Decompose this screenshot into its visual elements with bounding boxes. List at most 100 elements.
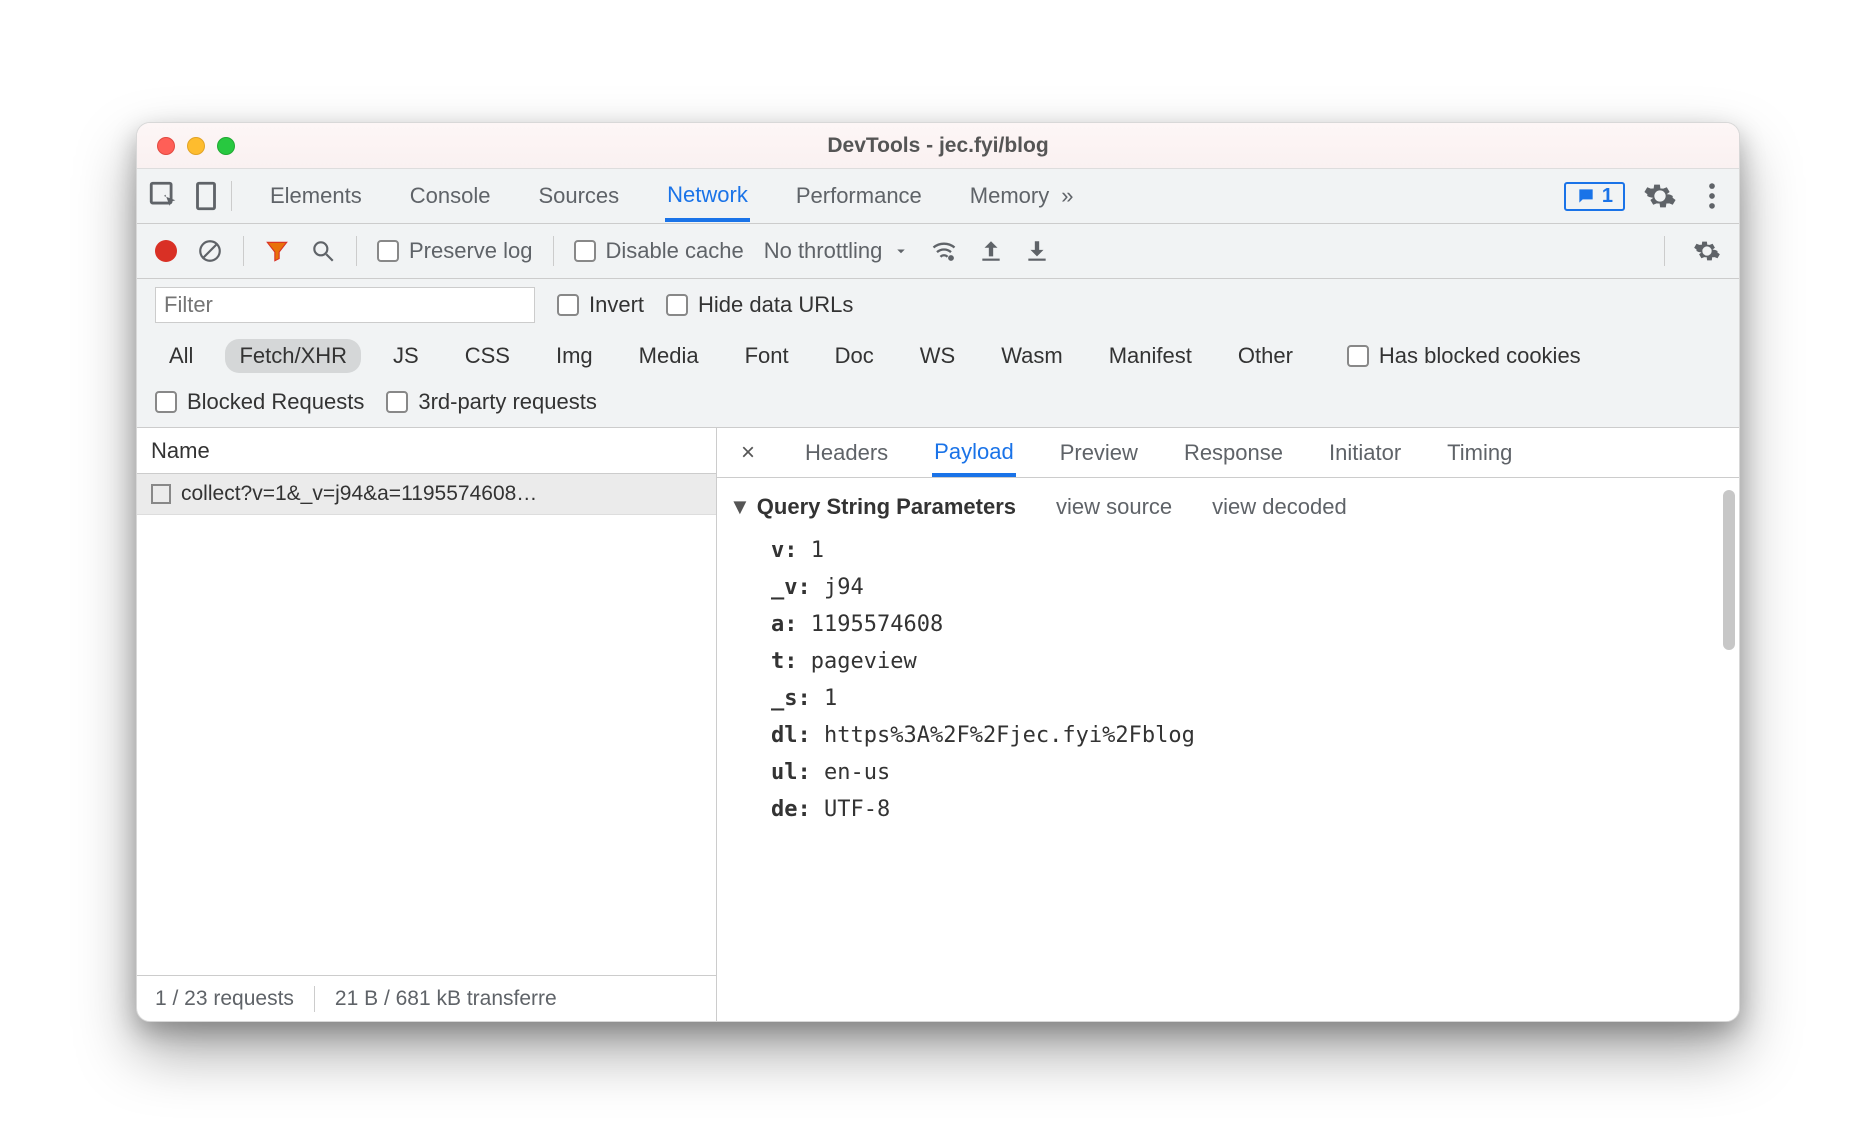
param-key: _v: (771, 575, 811, 600)
filter-chip-manifest[interactable]: Manifest (1095, 339, 1206, 373)
requests-transfer: 21 B / 681 kB transferre (335, 987, 557, 1011)
scrollbar-thumb[interactable] (1723, 490, 1735, 650)
param-key: _s: (771, 686, 811, 711)
payload-section-header[interactable]: ▼Query String Parameters view source vie… (729, 494, 1715, 520)
device-toolbar-icon[interactable] (189, 179, 223, 213)
tab-network[interactable]: Network (665, 170, 750, 222)
tab-performance[interactable]: Performance (794, 171, 924, 221)
titlebar: DevTools - jec.fyi/blog (137, 123, 1739, 169)
filter-chip-wasm[interactable]: Wasm (987, 339, 1077, 373)
devtools-window: DevTools - jec.fyi/blog Elements Console S… (136, 122, 1740, 1022)
separator (553, 236, 554, 266)
query-param-row: v: 1 (729, 532, 1715, 569)
filter-chip-other[interactable]: Other (1224, 339, 1307, 373)
view-source-link[interactable]: view source (1056, 494, 1172, 520)
split-view: Name collect?v=1&_v=j94&a=1195574608… 1 … (137, 428, 1739, 1021)
param-value: 1195574608 (811, 612, 943, 637)
query-param-row: dl: https%3A%2F%2Fjec.fyi%2Fblog (729, 717, 1715, 754)
separator (356, 236, 357, 266)
network-conditions-icon[interactable] (930, 237, 958, 265)
query-param-row: de: UTF-8 (729, 791, 1715, 828)
detail-tabs: × Headers Payload Preview Response Initiator… (717, 428, 1739, 478)
settings-gear-icon[interactable] (1643, 179, 1677, 213)
invert-checkbox[interactable]: Invert (557, 292, 644, 318)
filter-chip-css[interactable]: CSS (451, 339, 524, 373)
filter-row-1: Invert Hide data URLs (137, 279, 1739, 331)
param-value: en-us (824, 760, 890, 785)
upload-har-icon[interactable] (978, 238, 1004, 264)
filter-icon[interactable] (264, 238, 290, 264)
more-tabs-button[interactable]: » (1059, 171, 1075, 221)
filter-chip-img[interactable]: Img (542, 339, 607, 373)
separator (231, 181, 232, 211)
filter-chip-js[interactable]: JS (379, 339, 433, 373)
download-har-icon[interactable] (1024, 238, 1050, 264)
issues-badge[interactable]: 1 (1564, 182, 1625, 211)
close-detail-button[interactable]: × (735, 439, 761, 467)
filter-chip-media[interactable]: Media (625, 339, 713, 373)
detail-tab-headers[interactable]: Headers (803, 430, 890, 476)
detail-tab-timing[interactable]: Timing (1445, 430, 1514, 476)
issues-count: 1 (1602, 185, 1613, 208)
requests-count: 1 / 23 requests (155, 987, 294, 1011)
tab-elements[interactable]: Elements (268, 171, 364, 221)
query-param-row: _v: j94 (729, 569, 1715, 606)
filter-chip-doc[interactable]: Doc (821, 339, 888, 373)
param-key: dl: (771, 723, 811, 748)
filter-row-2: All Fetch/XHR JS CSS Img Media Font Doc WS Wasm Ma… (137, 331, 1739, 381)
request-type-icon (151, 484, 171, 504)
separator (243, 236, 244, 266)
tab-memory[interactable]: Memory (968, 171, 1051, 221)
param-key: t: (771, 649, 798, 674)
query-param-row: _s: 1 (729, 680, 1715, 717)
search-icon[interactable] (310, 238, 336, 264)
has-blocked-cookies-checkbox[interactable]: Has blocked cookies (1347, 343, 1581, 369)
param-key: v: (771, 538, 798, 563)
query-param-row: t: pageview (729, 643, 1715, 680)
param-value: https%3A%2F%2Fjec.fyi%2Fblog (824, 723, 1195, 748)
network-toolbar: Preserve log Disable cache No throttling (137, 224, 1739, 279)
requests-status-bar: 1 / 23 requests 21 B / 681 kB transferre (137, 975, 716, 1021)
filter-input[interactable] (155, 287, 535, 323)
param-key: a: (771, 612, 798, 637)
throttling-select[interactable]: No throttling (764, 238, 911, 264)
third-party-requests-checkbox[interactable]: 3rd-party requests (386, 389, 597, 415)
disable-cache-checkbox[interactable]: Disable cache (574, 238, 744, 264)
tab-console[interactable]: Console (408, 171, 493, 221)
network-settings-gear-icon[interactable] (1693, 237, 1721, 265)
preserve-log-checkbox[interactable]: Preserve log (377, 238, 533, 264)
hide-data-urls-checkbox[interactable]: Hide data URLs (666, 292, 853, 318)
query-param-row: ul: en-us (729, 754, 1715, 791)
detail-tab-payload[interactable]: Payload (932, 429, 1016, 477)
requests-list-pane: Name collect?v=1&_v=j94&a=1195574608… 1 … (137, 428, 717, 1021)
separator (1664, 236, 1665, 266)
filter-chip-fetch-xhr[interactable]: Fetch/XHR (225, 339, 361, 373)
request-detail-pane: × Headers Payload Preview Response Initiator… (717, 428, 1739, 1021)
query-param-row: a: 1195574608 (729, 606, 1715, 643)
disclosure-triangle-icon[interactable]: ▼ (729, 494, 751, 519)
kebab-menu-icon[interactable] (1695, 179, 1729, 213)
filter-chip-font[interactable]: Font (731, 339, 803, 373)
detail-tab-preview[interactable]: Preview (1058, 430, 1140, 476)
view-decoded-link[interactable]: view decoded (1212, 494, 1347, 520)
requests-empty-area (137, 515, 716, 975)
filter-row-3: Blocked Requests 3rd-party requests (137, 381, 1739, 428)
record-button[interactable] (155, 240, 177, 262)
separator (314, 986, 315, 1012)
window-title: DevTools - jec.fyi/blog (137, 134, 1739, 158)
requests-header-name[interactable]: Name (137, 428, 716, 474)
filter-chip-all[interactable]: All (155, 339, 207, 373)
filter-chip-ws[interactable]: WS (906, 339, 969, 373)
request-row[interactable]: collect?v=1&_v=j94&a=1195574608… (137, 474, 716, 515)
param-value: pageview (811, 649, 917, 674)
main-tabbar: Elements Console Sources Network Performance… (137, 169, 1739, 224)
tab-sources[interactable]: Sources (536, 171, 621, 221)
detail-tab-response[interactable]: Response (1182, 430, 1285, 476)
param-value: 1 (824, 686, 837, 711)
inspect-element-icon[interactable] (147, 179, 181, 213)
detail-tab-initiator[interactable]: Initiator (1327, 430, 1403, 476)
blocked-requests-checkbox[interactable]: Blocked Requests (155, 389, 364, 415)
param-value: UTF-8 (824, 797, 890, 822)
clear-button[interactable] (197, 238, 223, 264)
param-value: j94 (824, 575, 864, 600)
